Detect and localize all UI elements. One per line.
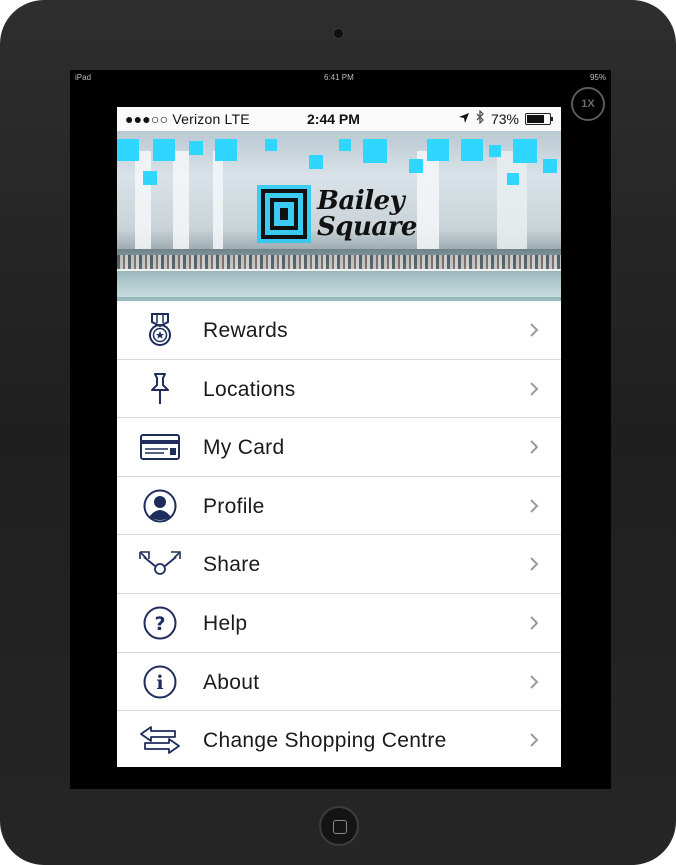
ipad-battery: 95% bbox=[589, 73, 606, 82]
phone-screen: ●●●○○ Verizon LTE 2:44 PM 73% Bailey Squ… bbox=[117, 107, 561, 767]
ipad-device-label: iPad bbox=[75, 73, 92, 82]
menu-item-rewards[interactable]: Rewards bbox=[117, 301, 561, 360]
share-icon bbox=[137, 547, 183, 581]
menu-item-my-card[interactable]: My Card bbox=[117, 418, 561, 477]
ipad-status-bar: iPad 6:41 PM 95% bbox=[70, 70, 611, 86]
home-button[interactable] bbox=[319, 806, 359, 846]
menu-item-label: Change Shopping Centre bbox=[203, 729, 447, 753]
phone-status-bar: ●●●○○ Verizon LTE 2:44 PM 73% bbox=[117, 107, 561, 131]
menu-item-label: Share bbox=[203, 553, 261, 577]
bluetooth-icon bbox=[476, 109, 485, 127]
status-time: 2:44 PM bbox=[307, 111, 360, 127]
info-icon: i bbox=[137, 665, 183, 699]
mall-banner: Bailey Square bbox=[117, 131, 561, 309]
battery-percent: 73% bbox=[490, 110, 519, 127]
swap-arrows-icon bbox=[137, 723, 183, 757]
chevron-right-icon bbox=[529, 674, 539, 695]
menu-item-share[interactable]: Share bbox=[117, 535, 561, 594]
chevron-right-icon bbox=[529, 556, 539, 577]
ipad-clock: 6:41 PM bbox=[324, 73, 354, 82]
svg-text:?: ? bbox=[154, 613, 165, 635]
zoom-1x-button[interactable]: 1X bbox=[571, 87, 605, 121]
chevron-right-icon bbox=[529, 615, 539, 636]
pushpin-icon bbox=[137, 372, 183, 406]
question-icon: ? bbox=[137, 606, 183, 640]
chevron-right-icon bbox=[529, 732, 539, 753]
menu-item-label: Rewards bbox=[203, 319, 288, 342]
menu-item-change-shopping-centre[interactable]: Change Shopping Centre bbox=[117, 711, 561, 767]
bailey-square-logo: Bailey Square bbox=[257, 184, 417, 244]
chevron-right-icon bbox=[529, 322, 539, 343]
logo-text-line1: Bailey bbox=[317, 186, 405, 216]
menu-item-about[interactable]: i About bbox=[117, 652, 561, 712]
menu-item-label: Locations bbox=[203, 377, 296, 401]
logo-text-line2: Square bbox=[317, 212, 417, 242]
main-menu: Rewards Locations My Card Profile Share … bbox=[117, 301, 561, 767]
logo-mark-icon bbox=[257, 185, 311, 243]
menu-item-label: Help bbox=[203, 611, 248, 635]
location-arrow-icon bbox=[458, 111, 470, 127]
battery-icon bbox=[525, 112, 553, 125]
menu-item-help[interactable]: ? Help bbox=[117, 593, 561, 653]
chevron-right-icon bbox=[529, 381, 539, 402]
chevron-right-icon bbox=[529, 439, 539, 460]
medal-icon bbox=[137, 313, 183, 347]
carrier-label: ●●●○○ Verizon LTE bbox=[125, 111, 250, 127]
user-icon bbox=[137, 489, 183, 523]
menu-item-label: About bbox=[203, 670, 260, 694]
menu-item-profile[interactable]: Profile bbox=[117, 476, 561, 536]
camera-icon bbox=[333, 28, 344, 39]
menu-item-locations[interactable]: Locations bbox=[117, 359, 561, 419]
menu-item-label: My Card bbox=[203, 436, 285, 460]
card-icon bbox=[137, 430, 183, 464]
chevron-right-icon bbox=[529, 498, 539, 519]
svg-text:i: i bbox=[156, 672, 163, 694]
menu-item-label: Profile bbox=[203, 494, 265, 518]
